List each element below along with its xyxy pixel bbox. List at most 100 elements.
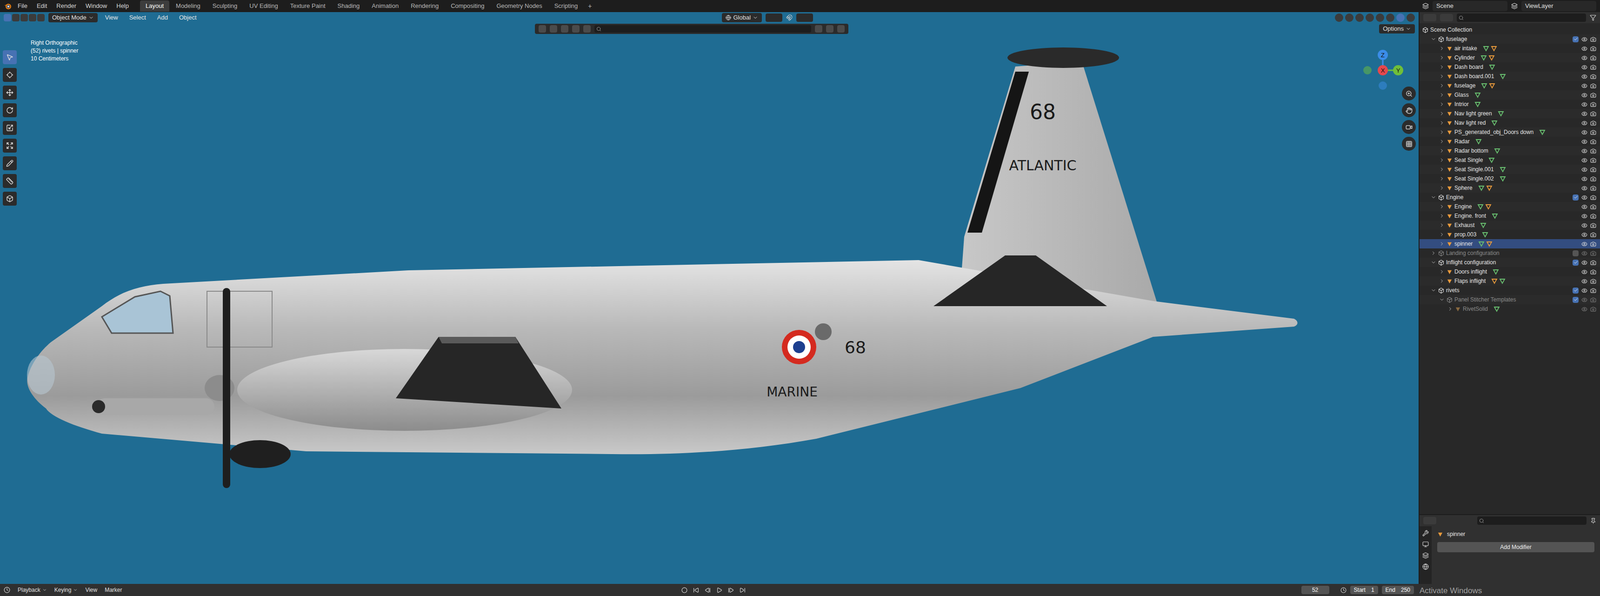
- proportional-button[interactable]: [796, 13, 814, 22]
- editor-type-button[interactable]: [1423, 516, 1437, 525]
- select-mode-icon[interactable]: [12, 13, 20, 22]
- preview-range-icon[interactable]: [1340, 586, 1347, 594]
- outliner-row[interactable]: Seat Single.002: [1419, 173, 1600, 184]
- visibility-icon[interactable]: [1581, 147, 1588, 154]
- outliner-row[interactable]: Engine. front: [1419, 211, 1600, 221]
- collapse-arrow-icon[interactable]: [1439, 64, 1445, 70]
- include-checkbox[interactable]: [1572, 194, 1579, 201]
- render-tab-icon[interactable]: [1422, 540, 1429, 548]
- editor-type-button[interactable]: [1423, 13, 1437, 22]
- viewport-menu[interactable]: Object: [175, 13, 201, 23]
- tool-filter-button[interactable]: [826, 25, 834, 33]
- outliner-row[interactable]: Scene Collection: [1419, 25, 1600, 35]
- outliner-row[interactable]: Radar bottom: [1419, 146, 1600, 156]
- menu-item[interactable]: File: [13, 1, 32, 11]
- outliner-row[interactable]: Engine: [1419, 201, 1600, 212]
- visibility-icon[interactable]: [1581, 231, 1588, 238]
- collapse-arrow-icon[interactable]: [1439, 175, 1445, 182]
- camera-view-icon[interactable]: [1401, 120, 1416, 134]
- outliner-row[interactable]: Doors inflight: [1419, 266, 1600, 277]
- expand-arrow-icon[interactable]: [1430, 194, 1437, 200]
- outliner-row[interactable]: Nav light green: [1419, 108, 1600, 119]
- render-visibility-icon[interactable]: [1590, 54, 1597, 61]
- properties-search-field[interactable]: [1477, 516, 1587, 525]
- collapse-arrow-icon[interactable]: [1439, 147, 1445, 154]
- outliner-row[interactable]: fuselage: [1419, 34, 1600, 44]
- render-visibility-icon[interactable]: [1590, 36, 1597, 43]
- render-visibility-icon[interactable]: [1590, 240, 1597, 247]
- outliner-item-name[interactable]: Nav light red: [1454, 118, 1486, 127]
- collapse-arrow-icon[interactable]: [1439, 222, 1445, 228]
- collapse-arrow-icon[interactable]: [1439, 92, 1445, 98]
- collapse-arrow-icon[interactable]: [1447, 306, 1454, 312]
- visibility-icon[interactable]: [1581, 54, 1588, 61]
- viewport-menu[interactable]: Add: [153, 13, 172, 23]
- end-frame-field[interactable]: End250: [1381, 585, 1414, 594]
- collapse-arrow-icon[interactable]: [1439, 110, 1445, 117]
- render-visibility-icon[interactable]: [1590, 129, 1597, 136]
- outliner-row[interactable]: Radar: [1419, 136, 1600, 147]
- workspace-tab[interactable]: Shading: [332, 0, 366, 12]
- render-visibility-icon[interactable]: [1590, 259, 1597, 266]
- display-mode-button[interactable]: [1440, 13, 1454, 22]
- collapse-arrow-icon[interactable]: [1439, 73, 1445, 80]
- expand-arrow-icon[interactable]: [1430, 36, 1437, 42]
- outliner-item-name[interactable]: Panel Stitcher Templates: [1454, 295, 1517, 304]
- visibility-icon[interactable]: [1581, 64, 1588, 71]
- select-mode-icon[interactable]: [3, 13, 12, 22]
- render-visibility-icon[interactable]: [1590, 73, 1597, 80]
- include-checkbox[interactable]: [1572, 287, 1579, 294]
- render-visibility-icon[interactable]: [1590, 157, 1597, 164]
- outliner-item-name[interactable]: air intake: [1454, 44, 1478, 53]
- render-visibility-icon[interactable]: [1590, 296, 1597, 303]
- pin-icon[interactable]: [1590, 517, 1597, 524]
- view-layer-tab-icon[interactable]: [1422, 552, 1429, 559]
- select-box-icon[interactable]: [2, 50, 17, 65]
- collapse-arrow-icon[interactable]: [1439, 82, 1445, 89]
- visibility-icon[interactable]: [1581, 129, 1588, 136]
- 3d-viewport[interactable]: 68ATLANTIC68MARINEObject ModeViewSelectA…: [0, 12, 1419, 584]
- include-checkbox[interactable]: [1572, 259, 1579, 266]
- render-visibility-icon[interactable]: [1590, 147, 1597, 154]
- workspace-tab[interactable]: Scripting: [548, 0, 584, 12]
- workspace-tab[interactable]: Modeling: [170, 0, 207, 12]
- render-visibility-icon[interactable]: [1590, 287, 1597, 294]
- outliner-item-name[interactable]: Engine: [1454, 202, 1472, 211]
- scale-icon[interactable]: [2, 120, 17, 135]
- outliner-row[interactable]: spinner: [1419, 239, 1600, 249]
- visibility-icon[interactable]: [1581, 185, 1588, 192]
- visibility-icon[interactable]: [1581, 287, 1588, 294]
- outliner-item-name[interactable]: fuselage: [1454, 81, 1476, 90]
- collapse-arrow-icon[interactable]: [1439, 138, 1445, 145]
- step-back-icon[interactable]: [704, 586, 711, 594]
- outliner-item-name[interactable]: Nav light green: [1454, 109, 1493, 118]
- collapse-arrow-icon[interactable]: [1439, 268, 1445, 275]
- shading-button[interactable]: [1355, 13, 1364, 22]
- tool-setting-button[interactable]: [560, 25, 569, 33]
- include-checkbox[interactable]: [1572, 296, 1579, 303]
- outliner-row[interactable]: Glass: [1419, 90, 1600, 100]
- outliner-item-name[interactable]: Inflight configuration: [1446, 258, 1496, 267]
- expand-arrow-icon[interactable]: [1430, 259, 1437, 266]
- visibility-icon[interactable]: [1581, 73, 1588, 80]
- outliner-row[interactable]: Nav light red: [1419, 118, 1600, 128]
- select-mode-icon[interactable]: [37, 13, 45, 22]
- visibility-icon[interactable]: [1581, 82, 1588, 89]
- shading-button[interactable]: [1375, 13, 1385, 22]
- visibility-icon[interactable]: [1581, 120, 1588, 127]
- current-frame-field[interactable]: 52: [1301, 585, 1330, 594]
- timeline-editor-icon[interactable]: [3, 586, 11, 594]
- workspace-tab[interactable]: Rendering: [405, 0, 445, 12]
- tool-setting-button[interactable]: [572, 25, 580, 33]
- outliner-row[interactable]: prop.003: [1419, 229, 1600, 240]
- render-visibility-icon[interactable]: [1590, 213, 1597, 220]
- scene-field[interactable]: Scene: [1432, 0, 1508, 12]
- timeline-menu[interactable]: View: [81, 585, 101, 594]
- outliner-item-name[interactable]: Sphere: [1454, 183, 1473, 193]
- start-frame-field[interactable]: Start1: [1350, 585, 1379, 594]
- tool-setting-button[interactable]: [549, 25, 558, 33]
- tool-filter-button[interactable]: [837, 25, 845, 33]
- include-checkbox[interactable]: [1572, 250, 1579, 257]
- outliner-item-name[interactable]: rivets: [1446, 286, 1460, 295]
- outliner-row[interactable]: Seat Single.001: [1419, 164, 1600, 174]
